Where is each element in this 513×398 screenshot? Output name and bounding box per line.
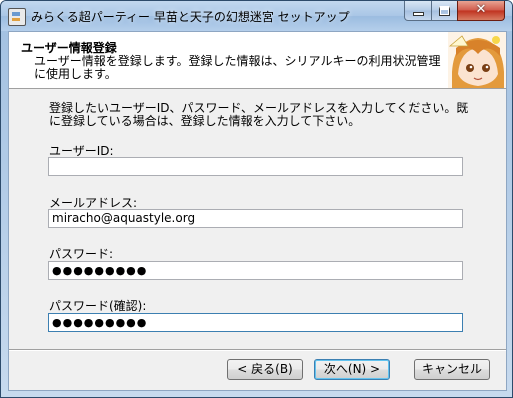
instructions-text: 登録したいユーザーID、パスワード、メールアドレスを入力してください。既に登録し… — [49, 101, 469, 128]
footer-divider — [9, 349, 506, 351]
cancel-button[interactable]: キャンセル — [414, 359, 490, 380]
back-button[interactable]: < 戻る(B) — [227, 359, 303, 380]
password-confirm-input[interactable]: ●●●●●●●●● — [48, 313, 463, 332]
installer-icon — [8, 8, 26, 26]
maximize-button[interactable] — [431, 1, 458, 21]
next-button[interactable]: 次へ(N) > — [314, 359, 390, 380]
close-icon: ✕ — [475, 2, 487, 17]
user-id-input[interactable] — [48, 157, 463, 176]
page-description: ユーザー情報を登録します。登録した情報は、シリアルキーの利用状況管理に使用します… — [34, 54, 441, 81]
minimize-button[interactable] — [404, 1, 432, 21]
character-art — [448, 32, 506, 88]
password-input[interactable]: ●●●●●●●●● — [48, 261, 463, 280]
window-title: みらくる超パーティー 早苗と天子の幻想迷宮 セットアップ — [31, 10, 350, 24]
password-confirm-label: パスワード(確認): — [49, 299, 147, 313]
close-button[interactable]: ✕ — [457, 1, 505, 21]
email-input[interactable]: miracho@aquastyle.org — [48, 209, 463, 228]
password-label: パスワード: — [49, 247, 114, 261]
wizard-header: ユーザー情報登録 ユーザー情報を登録します。登録した情報は、シリアルキーの利用状… — [9, 32, 506, 89]
installer-window: みらくる超パーティー 早苗と天子の幻想迷宮 セットアップ ✕ ユーザー情報登録 … — [0, 0, 513, 398]
title-bar[interactable]: みらくる超パーティー 早苗と天子の幻想迷宮 セットアップ ✕ — [1, 1, 512, 31]
wizard-client: ユーザー情報登録 ユーザー情報を登録します。登録した情報は、シリアルキーの利用状… — [8, 31, 507, 391]
